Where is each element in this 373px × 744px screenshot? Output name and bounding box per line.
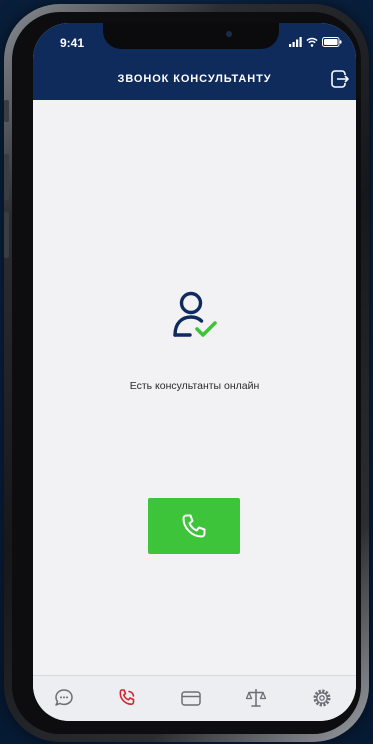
status-icons: [289, 36, 342, 48]
tab-settings[interactable]: [310, 686, 334, 710]
tab-calls[interactable]: [115, 686, 139, 710]
tab-card[interactable]: [179, 686, 203, 710]
front-camera: [226, 31, 232, 37]
tab-chat[interactable]: [52, 686, 76, 710]
wifi-icon: [306, 37, 318, 47]
app-header: 9:41 ЗВОНОК КОНСУЛЬТАНТУ: [33, 23, 356, 100]
volume-up-button: [4, 154, 9, 200]
chat-icon: [55, 689, 73, 706]
status-time: 9:41: [60, 36, 85, 50]
tab-bar: [33, 675, 356, 721]
status-text: Есть консультанты онлайн: [129, 380, 260, 392]
mute-switch: [4, 100, 9, 122]
tab-legal[interactable]: [244, 686, 268, 710]
main-content: Есть консультанты онлайн: [33, 100, 356, 676]
call-button[interactable]: [148, 498, 240, 554]
phone-icon: [182, 514, 206, 538]
volume-down-button: [4, 212, 9, 258]
settings-icon: [313, 689, 331, 707]
phone-call-icon: [119, 689, 135, 705]
signal-icon: [289, 37, 302, 47]
notch: [103, 23, 279, 49]
battery-icon: [322, 37, 342, 47]
page-title: ЗВОНОК КОНСУЛЬТАНТУ: [117, 73, 272, 85]
card-icon: [181, 691, 201, 706]
exit-icon[interactable]: [330, 69, 350, 89]
screen: 9:41 ЗВОНОК КОНСУЛЬТАНТУ Есть консультан…: [33, 23, 356, 721]
scales-icon: [245, 689, 267, 707]
consultant-online-icon: [173, 291, 217, 337]
